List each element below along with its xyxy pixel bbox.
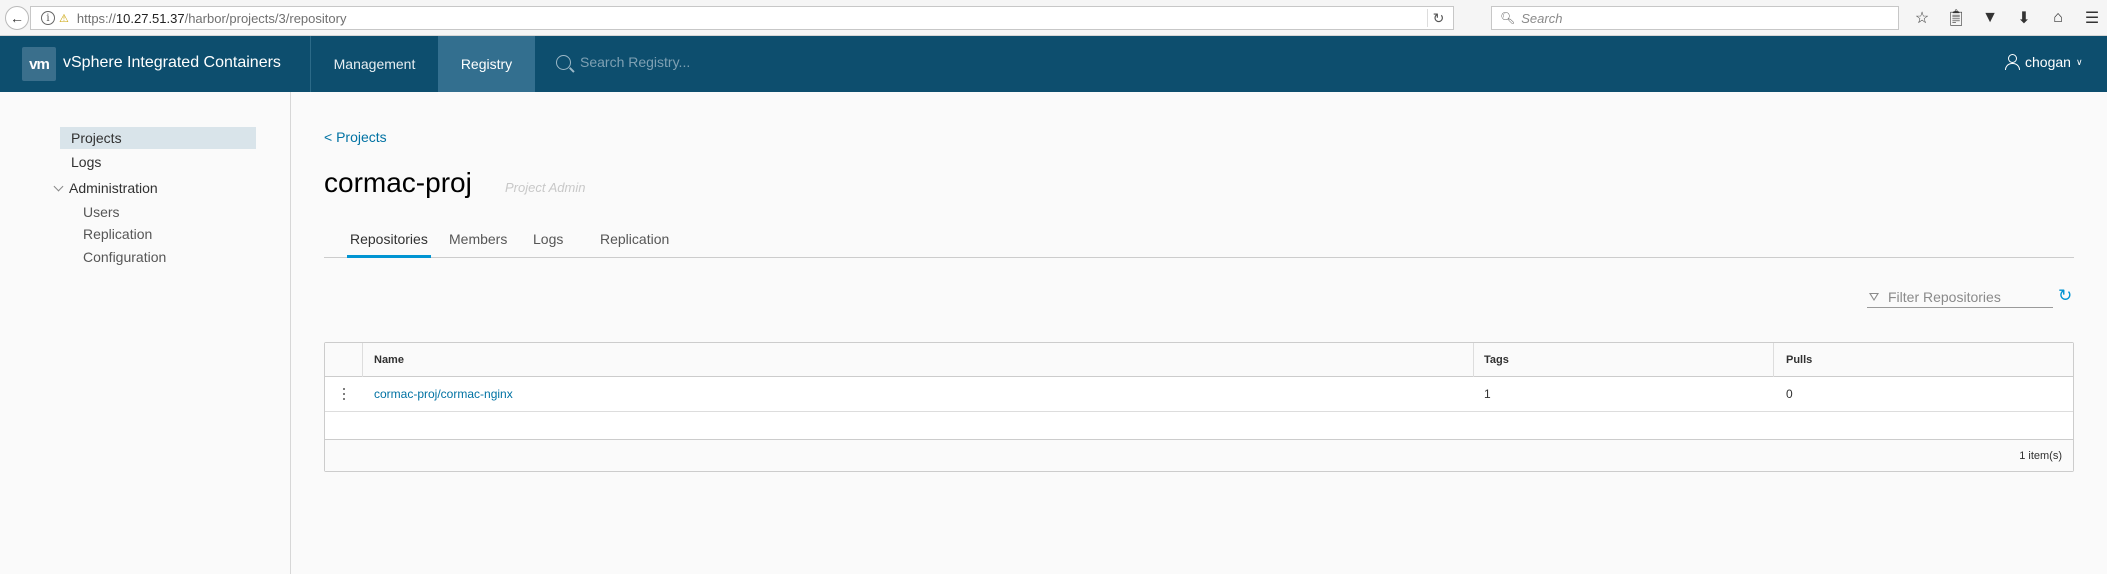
tab-logs[interactable]: Logs bbox=[533, 228, 563, 258]
global-search-placeholder[interactable]: Search Registry... bbox=[580, 54, 690, 70]
nav-management[interactable]: Management bbox=[311, 36, 438, 92]
sidebar-item-label: Administration bbox=[69, 180, 158, 196]
chevron-down-icon: ∨ bbox=[2075, 56, 2083, 67]
nav-registry[interactable]: Registry bbox=[438, 36, 535, 92]
search-icon: 🔍︎ bbox=[1500, 11, 1516, 25]
column-separator bbox=[362, 343, 363, 377]
pulls-cell: 0 bbox=[1786, 387, 1793, 401]
tab-replication[interactable]: Replication bbox=[600, 228, 669, 258]
app-header: vm vSphere Integrated Containers Managem… bbox=[0, 36, 2107, 92]
download-icon[interactable]: ⬇ bbox=[2007, 8, 2041, 28]
user-icon bbox=[2004, 54, 2020, 70]
table-footer: 1 item(s) bbox=[325, 439, 2073, 471]
column-header-pulls[interactable]: Pulls bbox=[1786, 343, 1812, 377]
search-icon bbox=[556, 54, 571, 70]
filter-repositories-input[interactable]: Filter Repositories bbox=[1867, 286, 2053, 308]
insecure-lock-icon[interactable]: ⚠ bbox=[59, 12, 69, 25]
main-content: < Projects cormac-proj Project Admin Rep… bbox=[292, 92, 2107, 574]
tab-repositories[interactable]: Repositories bbox=[347, 228, 431, 258]
global-search[interactable]: Search Registry... bbox=[556, 54, 690, 70]
tab-members[interactable]: Members bbox=[449, 228, 507, 258]
role-label: Project Admin bbox=[505, 180, 586, 195]
address-bar[interactable]: i ⚠ https://10.27.51.37/harbor/projects/… bbox=[30, 6, 1454, 30]
filter-placeholder: Filter Repositories bbox=[1888, 288, 2001, 305]
pocket-icon[interactable]: ▼ bbox=[1973, 8, 2007, 28]
menu-icon[interactable]: ☰ bbox=[2075, 8, 2107, 28]
site-info-icon[interactable]: i bbox=[41, 11, 55, 25]
repositories-table: Name Tags Pulls cormac-proj/cormac-nginx… bbox=[324, 342, 2074, 472]
sidebar: Projects Logs Administration Users Repli… bbox=[0, 92, 291, 574]
column-header-name[interactable]: Name bbox=[374, 343, 404, 377]
tab-bar: Repositories Members Logs Replication bbox=[324, 228, 2074, 258]
page-title: cormac-proj bbox=[324, 167, 472, 198]
app-title[interactable]: vSphere Integrated Containers bbox=[63, 54, 281, 72]
sidebar-item-users[interactable]: Users bbox=[83, 204, 120, 220]
clipboard-icon[interactable]: 📋︎ bbox=[1939, 8, 1973, 28]
column-separator[interactable] bbox=[1773, 343, 1774, 377]
sidebar-item-logs[interactable]: Logs bbox=[71, 154, 101, 170]
table-row[interactable]: cormac-proj/cormac-nginx 1 0 bbox=[325, 377, 2073, 412]
breadcrumb-projects-link[interactable]: < Projects bbox=[324, 129, 387, 145]
star-icon[interactable]: ☆ bbox=[1905, 8, 1939, 28]
browser-search-placeholder: Search bbox=[1521, 10, 1563, 26]
url-text[interactable]: https://10.27.51.37/harbor/projects/3/re… bbox=[77, 11, 347, 26]
tags-cell: 1 bbox=[1484, 387, 1491, 401]
browser-search-field[interactable]: 🔍︎ Search bbox=[1491, 6, 1899, 30]
sidebar-item-administration[interactable]: Administration bbox=[53, 180, 158, 196]
user-menu[interactable]: chogan ∨ bbox=[2004, 54, 2083, 70]
back-arrow-icon[interactable]: ← bbox=[5, 6, 29, 30]
reload-icon[interactable]: ↻ bbox=[1427, 9, 1449, 27]
column-header-tags[interactable]: Tags bbox=[1484, 343, 1509, 377]
repository-name-link[interactable]: cormac-proj/cormac-nginx bbox=[374, 377, 513, 412]
username: chogan bbox=[2025, 54, 2071, 70]
sidebar-item-projects[interactable]: Projects bbox=[60, 127, 256, 149]
item-count: 1 item(s) bbox=[2019, 450, 2062, 462]
home-icon[interactable]: ⌂ bbox=[2041, 8, 2075, 28]
table-header: Name Tags Pulls bbox=[325, 343, 2073, 377]
column-separator[interactable] bbox=[1473, 343, 1474, 377]
row-actions-icon[interactable] bbox=[339, 386, 349, 402]
vmware-logo: vm bbox=[22, 47, 56, 81]
chevron-down-icon[interactable] bbox=[53, 181, 64, 191]
sidebar-item-replication[interactable]: Replication bbox=[83, 226, 152, 242]
browser-toolbar: ← i ⚠ https://10.27.51.37/harbor/project… bbox=[0, 0, 2107, 36]
refresh-icon[interactable]: ↻ bbox=[2058, 286, 2072, 306]
filter-icon bbox=[1869, 292, 1879, 301]
sidebar-item-configuration[interactable]: Configuration bbox=[83, 249, 166, 265]
